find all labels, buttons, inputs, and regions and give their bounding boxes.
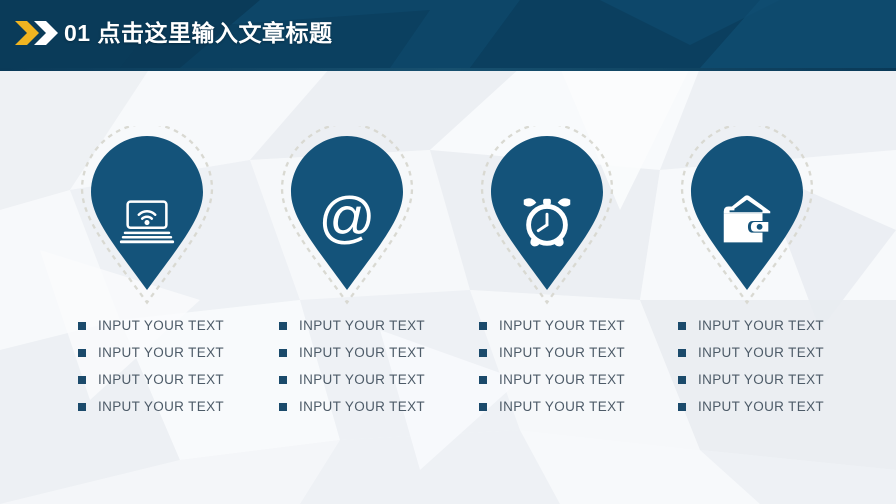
square-bullet-icon bbox=[479, 348, 487, 357]
list-item[interactable]: INPUT YOUR TEXT bbox=[78, 393, 258, 420]
bullet-column-2: INPUT YOUR TEXT INPUT YOUR TEXT INPUT YO… bbox=[279, 312, 459, 420]
list-item[interactable]: INPUT YOUR TEXT bbox=[78, 312, 258, 339]
page-title: 01 点击这里输入文章标题 bbox=[64, 20, 333, 46]
list-item-label: INPUT YOUR TEXT bbox=[499, 345, 626, 360]
list-item[interactable]: INPUT YOUR TEXT bbox=[279, 366, 459, 393]
list-item-label: INPUT YOUR TEXT bbox=[98, 399, 225, 414]
list-item-label: INPUT YOUR TEXT bbox=[299, 345, 426, 360]
list-item-label: INPUT YOUR TEXT bbox=[98, 372, 225, 387]
header-underline bbox=[0, 68, 896, 71]
list-item-label: INPUT YOUR TEXT bbox=[98, 345, 225, 360]
square-bullet-icon bbox=[78, 402, 86, 411]
list-item-label: INPUT YOUR TEXT bbox=[299, 372, 426, 387]
list-item-label: INPUT YOUR TEXT bbox=[299, 318, 426, 333]
list-item-label: INPUT YOUR TEXT bbox=[299, 399, 426, 414]
list-item[interactable]: INPUT YOUR TEXT bbox=[479, 393, 659, 420]
list-item[interactable]: INPUT YOUR TEXT bbox=[479, 339, 659, 366]
list-item[interactable]: INPUT YOUR TEXT bbox=[479, 366, 659, 393]
square-bullet-icon bbox=[279, 348, 287, 357]
square-bullet-icon bbox=[279, 402, 287, 411]
bullet-column-4: INPUT YOUR TEXT INPUT YOUR TEXT INPUT YO… bbox=[678, 312, 858, 420]
list-item[interactable]: INPUT YOUR TEXT bbox=[479, 312, 659, 339]
bullet-column-3: INPUT YOUR TEXT INPUT YOUR TEXT INPUT YO… bbox=[479, 312, 659, 420]
square-bullet-icon bbox=[678, 402, 686, 411]
list-item-label: INPUT YOUR TEXT bbox=[698, 345, 825, 360]
list-item[interactable]: INPUT YOUR TEXT bbox=[279, 393, 459, 420]
bullet-column-1: INPUT YOUR TEXT INPUT YOUR TEXT INPUT YO… bbox=[78, 312, 258, 420]
double-chevron-icon bbox=[14, 19, 60, 47]
list-item-label: INPUT YOUR TEXT bbox=[98, 318, 225, 333]
list-item[interactable]: INPUT YOUR TEXT bbox=[678, 366, 858, 393]
square-bullet-icon bbox=[678, 375, 686, 384]
square-bullet-icon bbox=[479, 375, 487, 384]
square-bullet-icon bbox=[678, 348, 686, 357]
chevron-gold-icon bbox=[15, 21, 39, 45]
square-bullet-icon bbox=[279, 321, 287, 330]
bullet-columns: INPUT YOUR TEXT INPUT YOUR TEXT INPUT YO… bbox=[0, 0, 896, 504]
square-bullet-icon bbox=[78, 375, 86, 384]
list-item[interactable]: INPUT YOUR TEXT bbox=[78, 366, 258, 393]
square-bullet-icon bbox=[78, 321, 86, 330]
list-item[interactable]: INPUT YOUR TEXT bbox=[678, 312, 858, 339]
square-bullet-icon bbox=[678, 321, 686, 330]
slide-canvas: 01 点击这里输入文章标题 @ INPUT YOUR TEXT INPUT YO… bbox=[0, 0, 896, 504]
list-item[interactable]: INPUT YOUR TEXT bbox=[78, 339, 258, 366]
square-bullet-icon bbox=[279, 375, 287, 384]
list-item-label: INPUT YOUR TEXT bbox=[698, 318, 825, 333]
list-item[interactable]: INPUT YOUR TEXT bbox=[678, 339, 858, 366]
list-item[interactable]: INPUT YOUR TEXT bbox=[678, 393, 858, 420]
list-item-label: INPUT YOUR TEXT bbox=[499, 318, 626, 333]
list-item[interactable]: INPUT YOUR TEXT bbox=[279, 339, 459, 366]
list-item-label: INPUT YOUR TEXT bbox=[698, 399, 825, 414]
square-bullet-icon bbox=[479, 402, 487, 411]
list-item-label: INPUT YOUR TEXT bbox=[499, 399, 626, 414]
square-bullet-icon bbox=[78, 348, 86, 357]
list-item-label: INPUT YOUR TEXT bbox=[499, 372, 626, 387]
list-item[interactable]: INPUT YOUR TEXT bbox=[279, 312, 459, 339]
list-item-label: INPUT YOUR TEXT bbox=[698, 372, 825, 387]
square-bullet-icon bbox=[479, 321, 487, 330]
